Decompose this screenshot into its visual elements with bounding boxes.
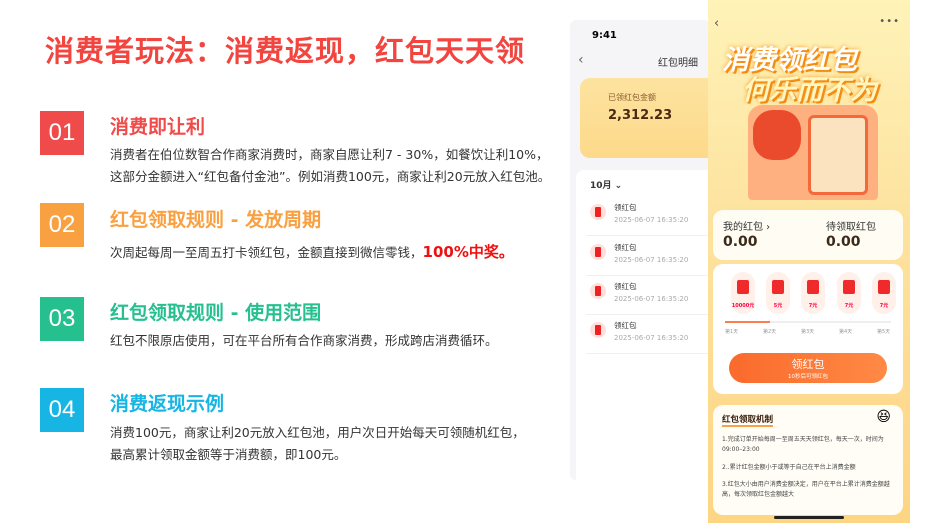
claim-redpacket-button[interactable]: 领红包 10秒后可领红包 bbox=[729, 353, 887, 383]
item-title: 领红包 bbox=[614, 203, 637, 212]
text-line: 消费100元，商家让利20元放入红包池，用户次日开始每天可领随机红包， bbox=[110, 425, 525, 440]
progress-fill bbox=[725, 321, 770, 323]
balance-card: 我的红包 › 0.00 待领取红包 0.00 bbox=[713, 210, 903, 260]
page-title: 消费者玩法：消费返现，红包天天领 bbox=[45, 34, 526, 68]
rules-title: 红包领取机制 bbox=[722, 415, 774, 427]
mascot-illustration bbox=[753, 110, 801, 160]
checkin-card: 10000元 5元 7元 7元 7元 第1天 第2天 第3天 第4天 第5天 领… bbox=[713, 264, 903, 394]
item-title: 领红包 bbox=[614, 321, 637, 330]
nav-title: 红包明细 bbox=[658, 58, 698, 69]
red-envelope-icon bbox=[590, 322, 606, 338]
status-time: 9:41 bbox=[592, 30, 617, 41]
banner-line-2: 何乐而不为 bbox=[742, 75, 877, 106]
checkin-progress-bar bbox=[725, 321, 891, 323]
month-label: 10月 bbox=[590, 181, 612, 191]
my-redpacket-value: 0.00 bbox=[723, 234, 758, 250]
received-summary-card: 已领红包金额 2,312.23 bbox=[580, 78, 710, 158]
list-item[interactable]: 领红包 2025-06-07 16:35:20 bbox=[586, 238, 710, 276]
section-text-04: 消费100元，商家让利20元放入红包池，用户次日开始每天可领随机红包， 最高累计… bbox=[110, 422, 525, 466]
envelope-day5: 7元 bbox=[872, 272, 896, 314]
envelope-amount: 7元 bbox=[879, 303, 889, 309]
received-label: 已领红包金额 bbox=[608, 93, 656, 102]
home-indicator bbox=[774, 516, 844, 519]
red-envelope-icon bbox=[590, 283, 606, 299]
text-line: 次周起每周一至周五打卡领红包，金额直接到微信零钱， bbox=[110, 245, 423, 260]
text-line: 消费者在伯位数智合作商家消费时，商家自愿让利7 - 30%，如餐饮让利10%， bbox=[110, 147, 549, 162]
rule-item: 2..累计红包金额小于或等于自己在平台上消费金额 bbox=[722, 464, 856, 471]
text-line: 最高累计领取金额等于消费额，即100元。 bbox=[110, 447, 347, 462]
list-item[interactable]: 领红包 2025-06-07 16:35:20 bbox=[586, 316, 710, 354]
pending-label: 待领取红包 bbox=[826, 222, 876, 233]
my-redpacket-link[interactable]: 我的红包 › bbox=[723, 218, 770, 233]
list-item[interactable]: 领红包 2025-06-07 16:35:20 bbox=[586, 277, 710, 315]
item-title: 领红包 bbox=[614, 282, 637, 291]
envelope-day4: 7元 bbox=[837, 272, 861, 314]
back-icon[interactable]: ‹ bbox=[578, 52, 584, 68]
phone-screenshot-redpacket-detail: 9:41 ‹ 红包明细 已领红包金额 2,312.23 10月 ⌄ 领红包 202… bbox=[570, 20, 710, 480]
section-text-03: 红包不限原店使用，可在平台所有合作商家消费，形成跨店消费循环。 bbox=[110, 333, 498, 348]
section-text-01: 消费者在伯位数智合作商家消费时，商家自愿让利7 - 30%，如餐饮让利10%， … bbox=[110, 144, 550, 188]
slot-machine-illustration bbox=[808, 115, 868, 195]
envelope-day2: 5元 bbox=[766, 272, 790, 314]
highlight-text: 100%中奖。 bbox=[422, 243, 514, 261]
item-title: 领红包 bbox=[614, 243, 637, 252]
text-line: 这部分金额进入“红包备付金池”。例如消费100元，商家让利20元放入红包池。 bbox=[110, 169, 551, 184]
envelope-amount: 7元 bbox=[844, 303, 854, 309]
day-label: 第2天 bbox=[763, 329, 777, 335]
button-label: 领红包 bbox=[791, 358, 825, 371]
section-number-04: 04 bbox=[40, 388, 84, 432]
item-date: 2025-06-07 16:35:20 bbox=[614, 256, 689, 264]
section-heading-02: 红包领取规则 - 发放周期 bbox=[110, 209, 322, 231]
day-label: 第5天 bbox=[877, 329, 891, 335]
section-heading-01: 消费即让利 bbox=[110, 116, 206, 138]
envelope-amount: 5元 bbox=[773, 303, 783, 309]
rule-item: 3.红包大小由用户消费金额决定，用户在平台上累计消费金额越高，每次领取红包金额越… bbox=[722, 481, 890, 498]
red-envelope-icon bbox=[590, 204, 606, 220]
section-heading-04: 消费返现示例 bbox=[110, 393, 225, 415]
button-sublabel: 10秒后可领红包 bbox=[788, 374, 828, 380]
envelope-day3: 7元 bbox=[801, 272, 825, 314]
received-value: 2,312.23 bbox=[608, 108, 673, 123]
phone-screenshot-redpacket-home: ‹ ••• 消费领红包 何乐而不为 我的红包 › 0.00 待领取红包 0.00… bbox=[708, 0, 910, 523]
emoji-mascot-icon: 😆 bbox=[876, 409, 891, 425]
list-item[interactable]: 领红包 2025-06-07 16:35:20 bbox=[586, 198, 710, 236]
envelope-amount: 10000元 bbox=[731, 303, 755, 309]
more-icon[interactable]: ••• bbox=[879, 16, 900, 27]
rule-item: 1.完成订单开始每周一至周五天天领红包，每天一次，时间为09:00–23:00 bbox=[722, 436, 884, 453]
section-number-02: 02 bbox=[40, 203, 84, 247]
envelope-amount: 7元 bbox=[808, 303, 818, 309]
item-date: 2025-06-07 16:35:20 bbox=[614, 334, 689, 342]
section-text-02: 次周起每周一至周五打卡领红包，金额直接到微信零钱，100%中奖。 bbox=[110, 241, 514, 264]
envelope-day1: 10000元 bbox=[731, 272, 755, 314]
section-number-01: 01 bbox=[40, 111, 84, 155]
day-label: 第1天 bbox=[725, 329, 739, 335]
month-selector[interactable]: 10月 ⌄ bbox=[590, 178, 622, 191]
rules-card: 红包领取机制 😆 1.完成订单开始每周一至周五天天领红包，每天一次，时间为09:… bbox=[713, 405, 903, 515]
item-date: 2025-06-07 16:35:20 bbox=[614, 295, 689, 303]
section-number-03: 03 bbox=[40, 297, 84, 341]
back-icon[interactable]: ‹ bbox=[714, 16, 719, 31]
red-envelope-icon bbox=[590, 244, 606, 260]
item-date: 2025-06-07 16:35:20 bbox=[614, 216, 689, 224]
record-list: 10月 ⌄ 领红包 2025-06-07 16:35:20 领红包 2025-06-… bbox=[576, 170, 710, 480]
section-heading-03: 红包领取规则 - 使用范围 bbox=[110, 302, 322, 324]
day-label: 第4天 bbox=[839, 329, 853, 335]
pending-value: 0.00 bbox=[826, 234, 861, 250]
day-label: 第3天 bbox=[801, 329, 815, 335]
